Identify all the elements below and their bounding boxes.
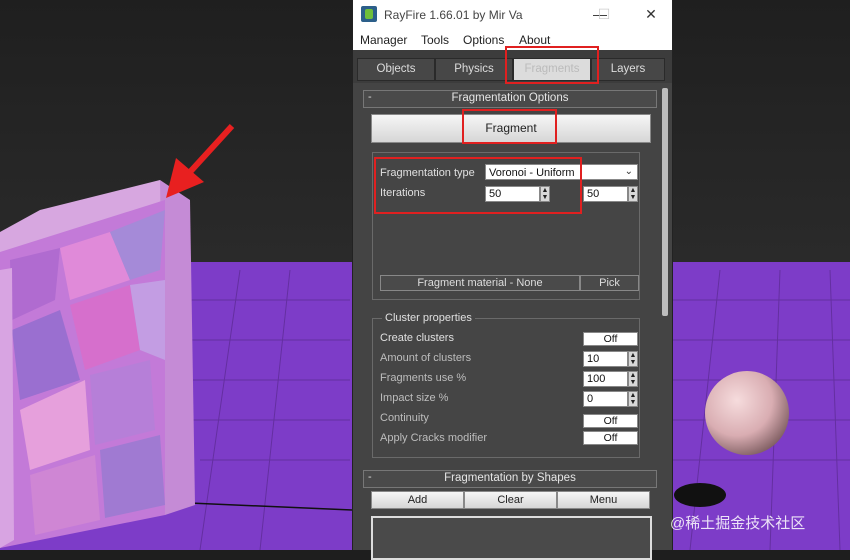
continuity-label: Continuity: [380, 412, 429, 424]
apply-cracks-modifier-toggle[interactable]: Off: [583, 431, 638, 445]
watermark-text: @稀土掘金技术社区: [670, 515, 806, 532]
fragmentation-options-header[interactable]: - Fragmentation Options: [363, 90, 657, 108]
iterations-2-spinner-arrows[interactable]: ▲ ▼: [628, 186, 638, 202]
menu-bar: Manager Tools Options About: [353, 30, 672, 50]
iterations-spinner-arrows[interactable]: ▲ ▼: [540, 186, 550, 202]
fragmentation-options-title: Fragmentation Options: [451, 92, 569, 104]
chevron-down-icon: ⌄: [624, 166, 633, 177]
sphere-shadow: [674, 483, 726, 507]
red-arrow-annotation: [166, 123, 235, 198]
add-shape-button[interactable]: Add: [371, 491, 464, 509]
tab-fragments[interactable]: Fragments: [513, 58, 591, 81]
tab-physics[interactable]: Physics: [435, 58, 513, 81]
fragments-use-spinner-arrows[interactable]: ▲ ▼: [628, 371, 638, 387]
tab-layers[interactable]: Layers: [591, 58, 665, 81]
impact-size-spinner-arrows[interactable]: ▲ ▼: [628, 391, 638, 407]
maximize-button[interactable]: ☐: [589, 6, 619, 23]
pink-sphere: [705, 371, 789, 455]
rayfire-dialog: RayFire 1.66.01 by Mir Va — ☐ ✕ Manager …: [352, 0, 673, 560]
window-title: RayFire 1.66.01 by Mir Va: [384, 8, 523, 22]
amount-of-clusters-label: Amount of clusters: [380, 352, 472, 364]
iterations-label: Iterations: [380, 187, 426, 199]
collapse-toggle[interactable]: -: [368, 90, 372, 105]
fragment-material-button[interactable]: Fragment material - None: [380, 275, 580, 291]
fragmentation-by-shapes-header[interactable]: - Fragmentation by Shapes: [363, 470, 657, 488]
apply-cracks-modifier-label: Apply Cracks modifier: [380, 432, 487, 444]
amount-of-clusters-input[interactable]: 10: [583, 351, 628, 367]
fractured-box: [0, 180, 195, 548]
create-clusters-toggle[interactable]: Off: [583, 332, 638, 346]
shapes-menu-button[interactable]: Menu: [557, 491, 650, 509]
fragmentation-type-value: Voronoi - Uniform: [489, 167, 575, 179]
pick-material-button[interactable]: Pick: [580, 275, 639, 291]
title-bar[interactable]: RayFire 1.66.01 by Mir Va — ☐ ✕: [353, 0, 672, 30]
fragment-button[interactable]: Fragment: [371, 114, 651, 143]
clear-shapes-button[interactable]: Clear: [464, 491, 557, 509]
fragmentation-type-label: Fragmentation type: [380, 167, 475, 179]
fragments-use-label: Fragments use %: [380, 372, 467, 384]
tab-objects[interactable]: Objects: [357, 58, 435, 81]
collapse-toggle-shapes[interactable]: -: [368, 470, 372, 485]
impact-size-input[interactable]: 0: [583, 391, 628, 407]
tab-bar: Objects Physics Fragments Layers: [353, 50, 672, 83]
fragmentation-type-dropdown[interactable]: Voronoi - Uniform ⌄: [485, 164, 638, 180]
shapes-list-box[interactable]: [371, 516, 652, 560]
menu-manager[interactable]: Manager: [360, 33, 407, 47]
cluster-properties-title: Cluster properties: [382, 312, 475, 324]
iterations-input-2[interactable]: 50: [583, 186, 628, 202]
create-clusters-label: Create clusters: [380, 332, 454, 344]
continuity-toggle[interactable]: Off: [583, 414, 638, 428]
impact-size-label: Impact size %: [380, 392, 449, 404]
menu-options[interactable]: Options: [463, 33, 504, 47]
rayfire-app-icon: [361, 6, 377, 22]
fragments-use-input[interactable]: 100: [583, 371, 628, 387]
close-button[interactable]: ✕: [636, 6, 666, 23]
rollout-scrollbar[interactable]: [662, 88, 668, 316]
fragmentation-by-shapes-title: Fragmentation by Shapes: [444, 472, 576, 484]
menu-about[interactable]: About: [519, 33, 550, 47]
menu-tools[interactable]: Tools: [421, 33, 449, 47]
iterations-input[interactable]: 50: [485, 186, 540, 202]
amount-of-clusters-spinner-arrows[interactable]: ▲ ▼: [628, 351, 638, 367]
